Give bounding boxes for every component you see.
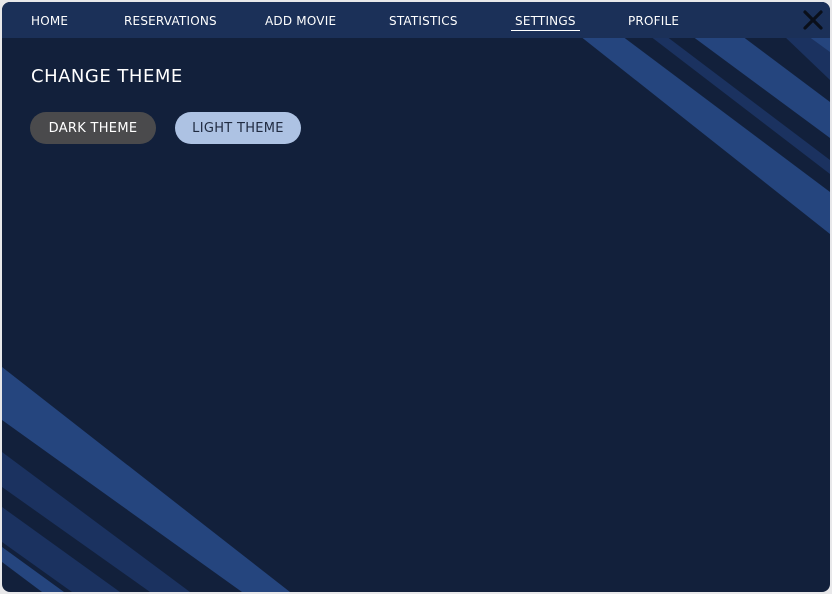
nav-reservations[interactable]: RESERVATIONS: [124, 2, 217, 38]
nav-home[interactable]: HOME: [31, 2, 68, 38]
light-theme-button[interactable]: LIGHT THEME: [175, 112, 301, 144]
close-button[interactable]: [802, 9, 824, 31]
nav-add-movie[interactable]: ADD MOVIE: [265, 2, 336, 38]
nav-statistics[interactable]: STATISTICS: [389, 2, 458, 38]
nav-profile[interactable]: PROFILE: [628, 2, 679, 38]
close-x-icon: [803, 10, 823, 30]
change-theme-heading: CHANGE THEME: [31, 66, 183, 87]
top-nav-bar: HOME RESERVATIONS ADD MOVIE STATISTICS S…: [2, 2, 830, 38]
nav-settings[interactable]: SETTINGS: [511, 2, 580, 38]
decorative-stripes: [2, 36, 830, 592]
app-window: HOME RESERVATIONS ADD MOVIE STATISTICS S…: [2, 2, 830, 592]
dark-theme-button[interactable]: DARK THEME: [30, 112, 156, 144]
